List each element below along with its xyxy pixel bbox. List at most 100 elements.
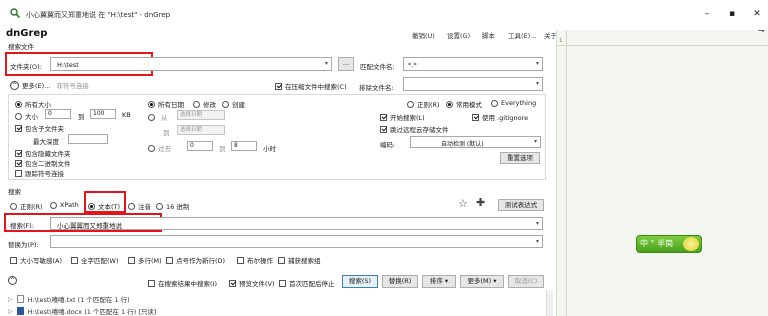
maximize-button[interactable]: ▪ xyxy=(725,8,739,20)
checkbox-icon[interactable] xyxy=(237,256,244,264)
menu-tools[interactable]: 工具(E)... xyxy=(508,30,536,40)
whole-word-checkbox[interactable]: 全字匹配(W) xyxy=(71,255,119,265)
radio-icon[interactable] xyxy=(446,100,453,108)
checkbox-icon[interactable] xyxy=(279,279,286,287)
radio-icon[interactable] xyxy=(15,100,22,108)
mode-everything-radio[interactable]: Everything xyxy=(491,99,536,107)
radio-icon[interactable] xyxy=(128,202,135,210)
date-all-radio[interactable]: 所有日期 xyxy=(148,99,184,109)
radio-icon[interactable] xyxy=(15,112,22,120)
folder-input[interactable]: H:\test ▾ xyxy=(50,57,332,71)
radio-icon[interactable] xyxy=(148,144,155,152)
mode-wildcard-radio[interactable]: 常用模式 xyxy=(446,99,482,109)
result-item[interactable]: ▷ H:\test\嘻嘻.docx (1 个匹配在 1 行) [只读] xyxy=(8,306,156,316)
size-range-radio[interactable]: 大小 xyxy=(15,111,38,121)
date-created-radio[interactable]: 创建 xyxy=(222,99,245,109)
size-all-radio[interactable]: 所有大小 xyxy=(15,99,51,109)
radio-icon[interactable] xyxy=(88,202,95,210)
replace-input[interactable]: ▾ xyxy=(50,235,543,248)
date-modified-radio[interactable]: 修改 xyxy=(193,99,216,109)
results-scrollbar[interactable] xyxy=(546,290,553,316)
radio-icon[interactable] xyxy=(148,100,155,108)
case-sensitive-checkbox[interactable]: 大小写敏感(A) xyxy=(10,255,62,265)
test-expression-button[interactable]: 测试表达式 xyxy=(498,199,544,211)
date-to-picker[interactable]: 选择日期 xyxy=(177,125,225,135)
size-to-input[interactable]: 100 xyxy=(90,109,116,119)
use-gitignore-checkbox[interactable]: 使用 .gitignore xyxy=(472,112,528,122)
ime-status-bar[interactable]: 中 ° 半简 xyxy=(636,235,702,253)
checkbox-icon[interactable] xyxy=(148,279,155,287)
chevron-right-icon[interactable]: ▷ xyxy=(8,308,13,315)
checkbox-icon[interactable] xyxy=(229,279,236,287)
type-phonetic-radio[interactable]: 注音 xyxy=(128,201,151,211)
chevron-down-icon[interactable]: ▾ xyxy=(493,277,496,285)
result-item[interactable]: ▷ H:\test\嘻嘻.txt (1 个匹配在 1 行) xyxy=(8,294,130,304)
radio-icon[interactable] xyxy=(50,201,57,209)
menu-undo[interactable]: 撤销(U) xyxy=(412,30,435,40)
collapse-results-icon[interactable]: ^ xyxy=(8,276,17,285)
menu-settings[interactable]: 设置(G) xyxy=(447,30,470,40)
chevron-down-icon[interactable]: ▾ xyxy=(536,60,539,67)
match-files-combo[interactable]: *.* ▾ xyxy=(403,57,543,71)
open-search-checkbox[interactable]: 开始搜索(L) xyxy=(380,112,425,122)
replace-button[interactable]: 替换(R) xyxy=(382,275,418,288)
more-expander[interactable]: ^ 更多(E)... 非符号连接 xyxy=(10,80,89,90)
add-bookmark-icon[interactable]: ✚ xyxy=(476,196,485,209)
chevron-down-icon[interactable]: ▾ xyxy=(445,277,448,285)
search-for-input[interactable]: 小心翼翼而又郑重地说 ▾ xyxy=(50,217,543,230)
checkbox-icon[interactable] xyxy=(71,256,78,264)
checkbox-icon[interactable] xyxy=(15,149,22,157)
chevron-down-icon[interactable]: ▾ xyxy=(536,80,539,87)
radio-icon[interactable] xyxy=(193,100,200,108)
past-to-input[interactable]: 8 xyxy=(231,141,257,151)
type-xpath-radio[interactable]: XPath xyxy=(50,201,79,209)
date-range-radio[interactable]: 从 xyxy=(148,112,168,122)
past-from-input[interactable]: 0 xyxy=(187,141,213,151)
checkbox-icon[interactable] xyxy=(380,113,387,121)
multiline-checkbox[interactable]: 多行(M) xyxy=(128,255,162,265)
browse-button[interactable]: ... xyxy=(338,57,354,71)
menu-script[interactable]: 脚本 xyxy=(482,30,495,40)
bookmark-star-icon[interactable]: ☆ xyxy=(458,197,468,210)
search-button[interactable]: 搜索(S) xyxy=(342,275,378,288)
follow-symlinks-checkbox[interactable]: 跟踪符号连接 xyxy=(15,168,64,178)
chevron-down-icon[interactable]: ▾ xyxy=(534,138,537,145)
include-binary-checkbox[interactable]: 包含二进制文件 xyxy=(15,158,71,168)
mode-regex-radio[interactable]: 正则(R) xyxy=(407,99,440,109)
max-depth-input[interactable] xyxy=(68,134,108,144)
checkbox-icon[interactable] xyxy=(275,82,282,90)
chevron-down-icon[interactable]: ▾ xyxy=(325,60,328,67)
skip-cloud-checkbox[interactable]: 跳过远程云存储文件 xyxy=(380,124,449,134)
radio-icon[interactable] xyxy=(222,100,229,108)
radio-icon[interactable] xyxy=(407,100,414,108)
checkbox-icon[interactable] xyxy=(166,256,173,264)
checkbox-icon[interactable] xyxy=(15,169,22,177)
type-text-radio[interactable]: 文本(T) xyxy=(88,201,120,211)
checkbox-icon[interactable] xyxy=(15,159,22,167)
encoding-combo[interactable]: 自动检测 (默认) ▾ xyxy=(410,136,541,148)
pin-icon[interactable]: ⇁ xyxy=(758,26,765,35)
preview-file-checkbox[interactable]: 预览文件(V) xyxy=(229,278,275,288)
include-subfolders-checkbox[interactable]: 包含子文件夹 xyxy=(15,123,64,133)
checkbox-icon[interactable] xyxy=(15,124,22,132)
past-radio[interactable]: 过去 xyxy=(148,143,171,153)
checkbox-icon[interactable] xyxy=(10,256,17,264)
reset-options-button[interactable]: 重置选项 xyxy=(500,152,540,164)
exclude-files-combo[interactable]: ▾ xyxy=(403,77,543,91)
more-button[interactable]: 更多(M) ▾ xyxy=(460,275,504,288)
checkbox-icon[interactable] xyxy=(380,125,387,133)
radio-icon[interactable] xyxy=(156,202,163,210)
checkbox-icon[interactable] xyxy=(278,256,285,264)
type-regex-radio[interactable]: 正则(R) xyxy=(10,201,43,211)
boolean-ops-checkbox[interactable]: 布尔操作 xyxy=(237,255,273,265)
cancel-button[interactable]: 取消(C) xyxy=(508,275,544,288)
checkbox-icon[interactable] xyxy=(128,256,135,264)
chevron-up-icon[interactable]: ^ xyxy=(10,80,19,90)
radio-icon[interactable] xyxy=(491,99,498,107)
chevron-down-icon[interactable]: ▾ xyxy=(536,238,539,245)
size-from-input[interactable]: 0 xyxy=(45,109,71,119)
radio-icon[interactable] xyxy=(10,202,17,210)
checkbox-icon[interactable] xyxy=(472,113,479,121)
minimize-button[interactable]: – xyxy=(700,8,714,20)
include-hidden-checkbox[interactable]: 包含隐藏文件夹 xyxy=(15,148,71,158)
